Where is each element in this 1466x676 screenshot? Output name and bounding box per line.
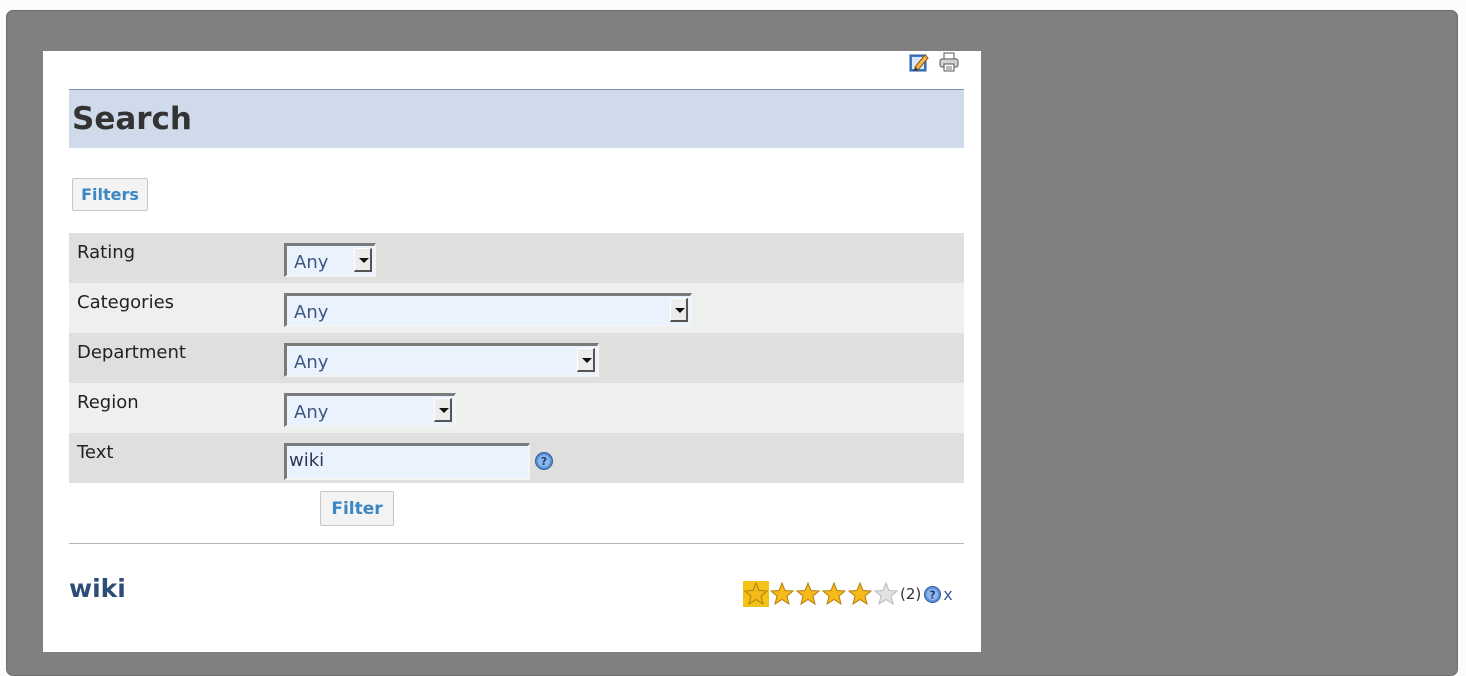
- text-search-input[interactable]: wiki: [284, 443, 530, 480]
- categories-select[interactable]: Any: [284, 293, 692, 327]
- star-icon[interactable]: [821, 581, 847, 607]
- chevron-down-icon[interactable]: [577, 348, 595, 372]
- categories-select-value: Any: [294, 302, 329, 323]
- content-panel: Search Filters Rating Any Categories Any: [43, 51, 981, 652]
- text-label: Text: [77, 442, 114, 463]
- edit-icon[interactable]: [908, 51, 930, 73]
- help-icon[interactable]: ?: [534, 451, 554, 471]
- department-select[interactable]: Any: [284, 343, 599, 377]
- page-title: Search: [72, 101, 193, 137]
- star-icon[interactable]: [743, 581, 769, 607]
- rating-label: Rating: [77, 242, 136, 263]
- star-icon[interactable]: [769, 581, 795, 607]
- remove-rating-link[interactable]: x: [943, 585, 952, 604]
- form-row-region: Region Any: [69, 383, 964, 433]
- star-icon[interactable]: [795, 581, 821, 607]
- divider: [69, 543, 964, 544]
- filter-form: Rating Any Categories Any Department Any…: [69, 233, 964, 483]
- print-icon[interactable]: [938, 51, 960, 73]
- page-header: Search: [69, 89, 964, 148]
- window-frame: Search Filters Rating Any Categories Any: [6, 10, 1458, 676]
- department-select-value: Any: [294, 352, 329, 373]
- chevron-down-icon[interactable]: [670, 298, 688, 322]
- star-rating-widget: [743, 581, 899, 607]
- svg-text:?: ?: [541, 455, 547, 468]
- form-row-department: Department Any: [69, 333, 964, 383]
- help-icon[interactable]: ?: [923, 585, 942, 604]
- form-row-text: Text wiki ?: [69, 433, 964, 483]
- region-label: Region: [77, 392, 139, 413]
- chevron-down-icon[interactable]: [354, 248, 372, 272]
- region-select[interactable]: Any: [284, 393, 456, 427]
- form-row-categories: Categories Any: [69, 283, 964, 333]
- department-label: Department: [77, 342, 186, 363]
- filters-toggle-button[interactable]: Filters: [72, 178, 148, 211]
- rating-select[interactable]: Any: [284, 243, 376, 277]
- result-title-link[interactable]: wiki: [69, 574, 126, 603]
- region-select-value: Any: [294, 402, 329, 423]
- form-row-rating: Rating Any: [69, 233, 964, 283]
- star-icon[interactable]: [873, 581, 899, 607]
- vote-count: (2): [900, 585, 922, 603]
- result-rating: (2) ? x: [743, 581, 953, 607]
- svg-text:?: ?: [930, 589, 936, 601]
- chevron-down-icon[interactable]: [434, 398, 452, 422]
- star-icon[interactable]: [847, 581, 873, 607]
- filter-submit-button[interactable]: Filter: [320, 491, 394, 526]
- categories-label: Categories: [77, 292, 175, 313]
- rating-select-value: Any: [294, 252, 329, 273]
